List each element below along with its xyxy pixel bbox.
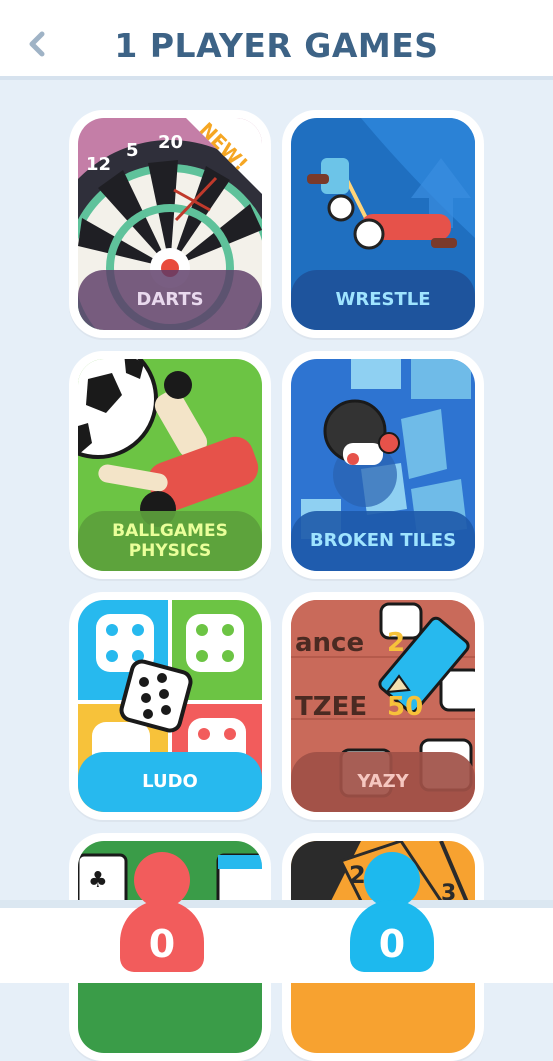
dart-number-12: 12 bbox=[86, 154, 112, 175]
game-card-broken-tiles[interactable]: BROKEN TILES bbox=[282, 351, 484, 579]
player-2-button[interactable]: 0 bbox=[350, 852, 434, 972]
svg-text:♣: ♣ bbox=[88, 868, 108, 893]
game-card-ballgames-physics[interactable]: BALLGAMES PHYSICS bbox=[69, 351, 271, 579]
game-card-yazy[interactable]: ance 2 TZEE 50 YAZY bbox=[282, 592, 484, 820]
yazy-sheet-score: 50 bbox=[387, 692, 424, 722]
player-1-score: 0 bbox=[148, 922, 176, 966]
game-card-darts[interactable]: 12 5 20 NEW! DARTS bbox=[69, 110, 271, 338]
ballgames-artwork: BALLGAMES PHYSICS bbox=[78, 359, 262, 571]
yazy-sheet-score-2: 2 bbox=[387, 628, 406, 658]
game-label-ludo: LUDO bbox=[78, 752, 262, 812]
player-bar bbox=[0, 900, 553, 983]
darts-artwork: 12 5 20 NEW! DARTS bbox=[78, 118, 262, 330]
player-2-score: 0 bbox=[378, 922, 406, 966]
yazy-sheet-text-2: TZEE bbox=[295, 692, 368, 722]
dart-number-20: 20 bbox=[158, 132, 184, 153]
game-label-wrestle: WRESTLE bbox=[291, 270, 475, 330]
game-card-wrestle[interactable]: WRESTLE bbox=[282, 110, 484, 338]
game-label-darts: DARTS bbox=[78, 270, 262, 330]
ludo-artwork: LUDO bbox=[78, 600, 262, 812]
game-label-ballgames-physics: BALLGAMES PHYSICS bbox=[78, 511, 262, 571]
player-1-button[interactable]: 0 bbox=[120, 852, 204, 972]
yazy-artwork: ance 2 TZEE 50 YAZY bbox=[291, 600, 475, 812]
game-label-yazy: YAZY bbox=[291, 752, 475, 812]
broken-tiles-artwork: BROKEN TILES bbox=[291, 359, 475, 571]
wrestle-artwork: WRESTLE bbox=[291, 118, 475, 330]
yazy-sheet-text-1: ance bbox=[295, 628, 365, 658]
dart-number-5: 5 bbox=[126, 140, 139, 161]
game-card-ludo[interactable]: LUDO bbox=[69, 592, 271, 820]
game-grid: 12 5 20 NEW! DARTS WRESTLE BALLGAMES PHY… bbox=[0, 0, 553, 1061]
game-label-broken-tiles: BROKEN TILES bbox=[291, 511, 475, 571]
